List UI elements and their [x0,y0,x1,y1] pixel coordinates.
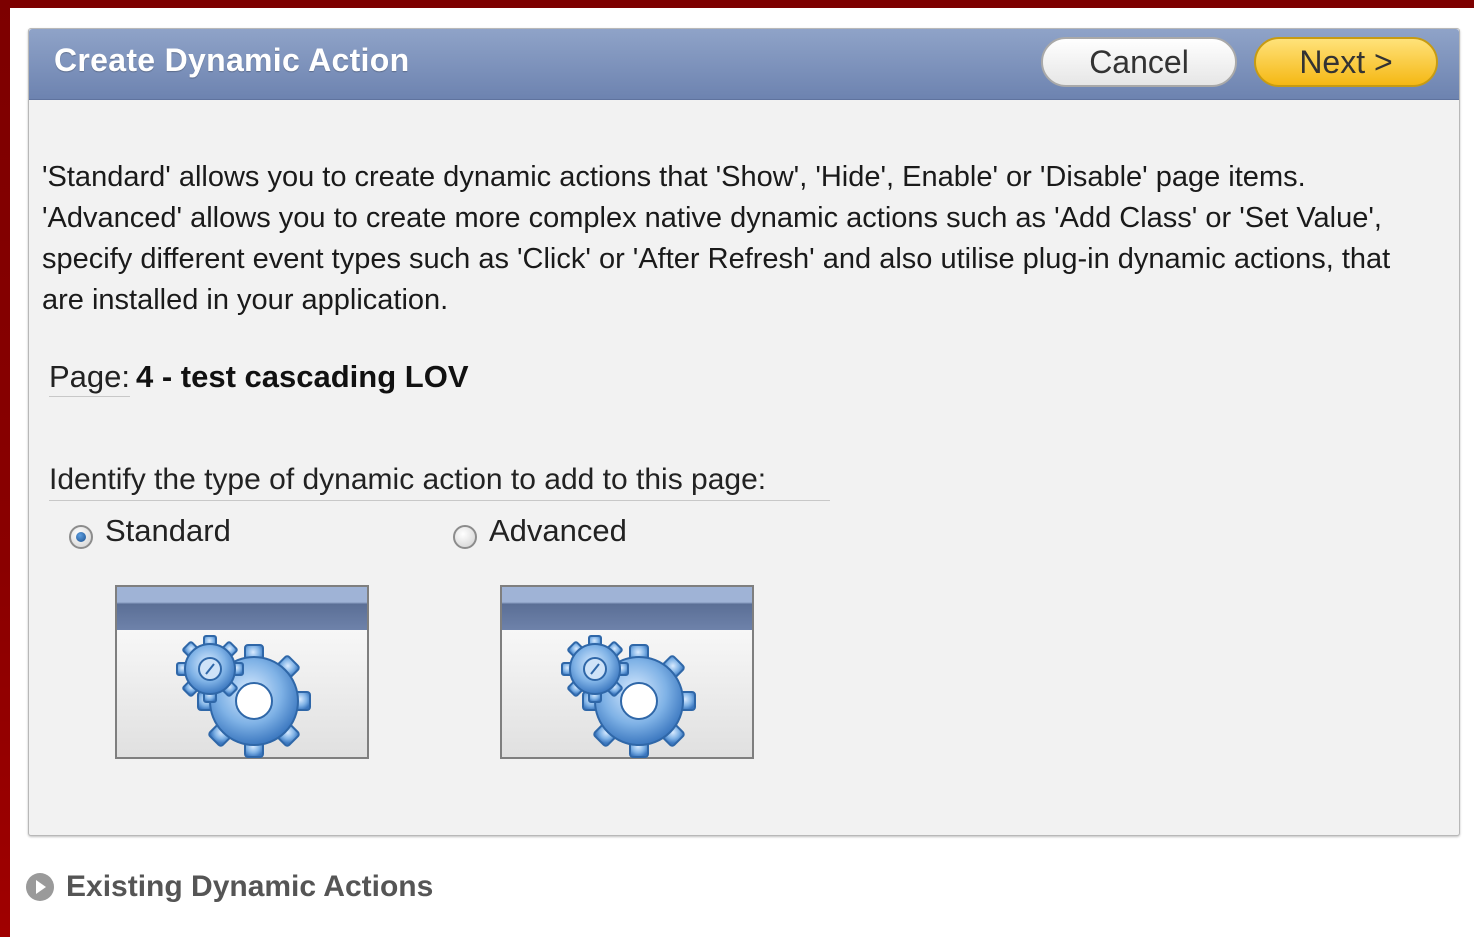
gear-icon [176,635,311,758]
thumbnail-title-bar [117,587,367,630]
radio-advanced-label[interactable]: Advanced [489,513,627,549]
page-value: 4 - test cascading LOV [136,359,469,394]
description-text: 'Standard' allows you to create dynamic … [42,161,1391,316]
next-button[interactable]: Next > [1254,37,1438,87]
existing-dynamic-actions-label[interactable]: Existing Dynamic Actions [66,870,433,904]
radio-standard-label[interactable]: Standard [105,513,231,549]
panel-header: Create Dynamic Action Cancel Next > [29,29,1459,100]
radio-standard-button[interactable] [69,525,93,549]
panel-title: Create Dynamic Action [54,42,410,78]
radio-standard[interactable]: Standard [69,513,231,549]
window-frame-left [0,0,10,937]
window-frame-top [0,0,1474,8]
gear-icon [561,635,696,758]
identify-label: Identify the type of dynamic action to a… [49,463,830,501]
cancel-button[interactable]: Cancel [1041,37,1237,87]
arrow-right-circle-icon [26,873,54,901]
page-info: Page: 4 - test cascading LOV [49,359,469,397]
thumbnail-title-bar [502,587,752,630]
advanced-thumbnail[interactable] [500,585,754,759]
page-label: Page: [49,359,131,397]
create-dynamic-action-panel: Create Dynamic Action Cancel Next > 'Sta… [28,28,1460,836]
radio-advanced[interactable]: Advanced [453,513,627,549]
existing-dynamic-actions-link[interactable]: Existing Dynamic Actions [26,870,433,904]
standard-thumbnail[interactable] [115,585,369,759]
radio-advanced-button[interactable] [453,525,477,549]
